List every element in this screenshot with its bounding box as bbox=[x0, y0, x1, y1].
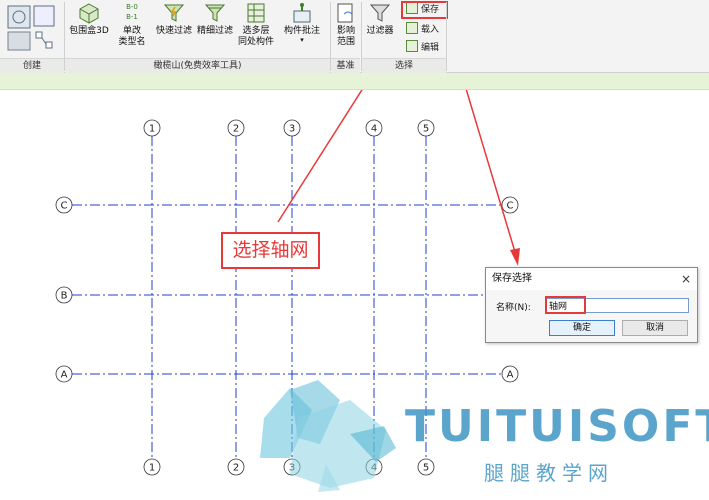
funnel-icon bbox=[369, 4, 391, 22]
grid-label-5: 5 bbox=[423, 463, 429, 474]
layers-grid-icon bbox=[247, 3, 265, 23]
tag-annotation-icon bbox=[293, 3, 311, 23]
grid-label-3: 3 bbox=[289, 124, 295, 135]
filter-label: 过滤器 bbox=[366, 26, 394, 36]
load-selection-icon bbox=[406, 22, 418, 34]
rename-label-line2: 类型名 bbox=[118, 37, 146, 47]
bbox3d-label: 包围盒3D bbox=[69, 26, 109, 36]
create-panel bbox=[0, 0, 64, 58]
funnel-list-icon bbox=[204, 4, 226, 22]
edit-selection-icon bbox=[406, 40, 418, 52]
grid-label-1: 1 bbox=[149, 463, 155, 474]
watermark-brand: TUITUISOFT bbox=[405, 401, 709, 452]
impact-range-label-line2: 范围 bbox=[336, 37, 355, 47]
cancel-button[interactable]: 取消 bbox=[622, 320, 688, 336]
arrow-head-dialog bbox=[510, 248, 520, 266]
create-tools-icons bbox=[7, 5, 55, 51]
edit-selection-button[interactable]: 编辑 bbox=[406, 40, 439, 56]
dialog-title: 保存选择 bbox=[486, 268, 697, 290]
load-selection-label: 载入 bbox=[421, 25, 440, 35]
panel-divider bbox=[446, 2, 447, 71]
impact-range-label-line1: 影响 bbox=[336, 26, 355, 36]
grid-label-A: A bbox=[61, 370, 68, 381]
ribbon: 创建 包围盒3D B-0 B-1 单改 类型名 快速过滤 精细过滤 选多层 同处… bbox=[0, 0, 709, 73]
name-input-highlight bbox=[545, 296, 586, 314]
filter-button[interactable]: 过滤器 bbox=[363, 2, 397, 37]
cube-icon bbox=[79, 3, 99, 24]
grid-label-A: A bbox=[507, 370, 514, 381]
grid-label-1: 1 bbox=[149, 124, 155, 135]
multi-level-label-line1: 选多层 bbox=[242, 26, 270, 36]
elephant-logo-watermark bbox=[260, 380, 396, 492]
close-icon[interactable]: × bbox=[681, 268, 691, 290]
create-part-icon[interactable] bbox=[7, 5, 31, 29]
name-label: 名称(N): bbox=[496, 303, 531, 313]
grid-label-2: 2 bbox=[233, 463, 239, 474]
panel-label-select: 选择 bbox=[362, 58, 446, 73]
grid-label-B: B bbox=[61, 291, 68, 302]
batch-annotate-dropdown-icon[interactable]: ▾ bbox=[281, 37, 323, 44]
bbox3d-button[interactable]: 包围盒3D bbox=[68, 2, 110, 37]
multi-level-label-line2: 同处构件 bbox=[237, 37, 274, 47]
panel-label-base: 基准 bbox=[331, 58, 360, 73]
callout-select-grid: 选择轴网 bbox=[221, 232, 320, 269]
arrow-to-dialog bbox=[465, 90, 516, 253]
grid-label-5: 5 bbox=[423, 124, 429, 135]
panel-label-gcs: 橄榄山(免费效率工具) bbox=[65, 58, 330, 73]
create-group-icon[interactable] bbox=[33, 5, 55, 27]
watermark-subtitle: 腿腿教学网 bbox=[484, 461, 614, 485]
grid-label-2: 2 bbox=[233, 124, 239, 135]
rename-label-line1: 单改 bbox=[122, 26, 141, 36]
create-assembly-icon[interactable] bbox=[7, 31, 31, 51]
save-selection-dialog: 保存选择 × 名称(N): 确定 取消 bbox=[485, 267, 698, 343]
grid-label-C: C bbox=[61, 201, 68, 212]
edit-selection-label: 编辑 bbox=[421, 43, 440, 53]
batch-annotate-button[interactable]: 构件批注 ▾ bbox=[281, 2, 323, 44]
ok-button[interactable]: 确定 bbox=[549, 320, 615, 336]
rename-type-button[interactable]: B-0 B-1 单改 类型名 bbox=[113, 2, 151, 48]
quick-filter-button[interactable]: 快速过滤 bbox=[154, 2, 194, 37]
grid-label-C: C bbox=[507, 201, 514, 212]
rename-icon: B-0 B-1 bbox=[126, 3, 138, 21]
funnel-lightning-icon bbox=[163, 4, 185, 22]
save-highlight-box bbox=[401, 1, 448, 19]
arrow-to-save bbox=[277, 90, 363, 223]
impact-range-button[interactable]: 影响 范围 bbox=[332, 2, 360, 48]
fine-filter-label: 精细过滤 bbox=[196, 26, 233, 36]
multi-level-select-button[interactable]: 选多层 同处构件 bbox=[236, 2, 276, 48]
document-range-icon bbox=[337, 3, 353, 23]
load-selection-button[interactable]: 载入 bbox=[406, 22, 439, 38]
quick-filter-label: 快速过滤 bbox=[155, 26, 192, 36]
fine-filter-button[interactable]: 精细过滤 bbox=[195, 2, 235, 37]
view-tab-strip bbox=[0, 73, 709, 90]
panel-label-create: 创建 bbox=[0, 58, 64, 73]
grid-label-4: 4 bbox=[371, 124, 377, 135]
